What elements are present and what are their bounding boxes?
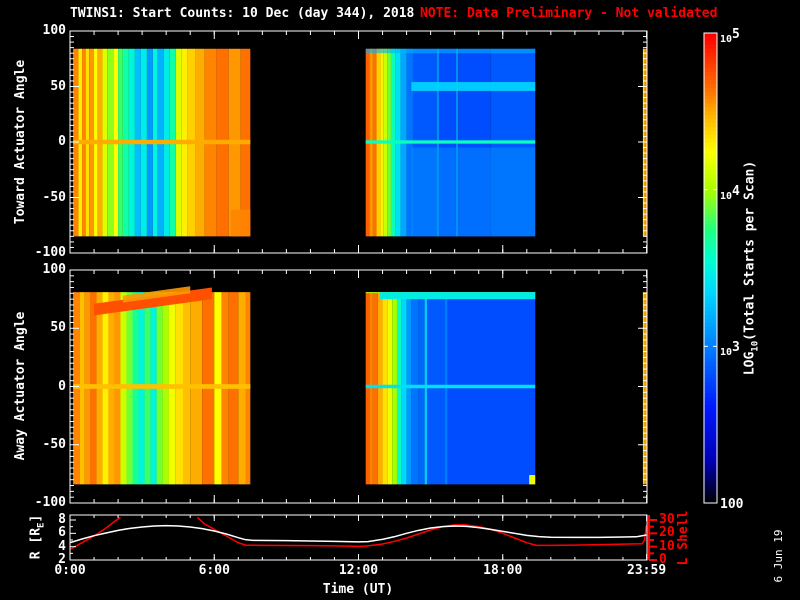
toward-y-axis-label: Toward Actuator Angle bbox=[13, 59, 28, 225]
heatmap-feature bbox=[529, 475, 536, 485]
away-heatmap bbox=[73, 286, 647, 485]
colorbar-tick-label: 104 bbox=[720, 183, 740, 202]
l-shell-line bbox=[70, 516, 121, 550]
heatmap-feature bbox=[73, 384, 251, 389]
heatmap-feature bbox=[411, 82, 536, 91]
datestamp: 6 Jun 19 bbox=[772, 529, 785, 583]
toward-y-tick-label: 50 bbox=[50, 78, 66, 94]
r-axis-label: R [RE] bbox=[28, 514, 47, 560]
heatmap-feature bbox=[380, 292, 536, 300]
away-y-tick-label: 0 bbox=[58, 378, 66, 394]
l-shell-tick-label: 0 bbox=[659, 552, 667, 567]
away-y-tick-label: 50 bbox=[50, 320, 66, 336]
toward-y-tick-label: 100 bbox=[42, 23, 66, 38]
toward-y-tick-label: 0 bbox=[58, 134, 66, 149]
toward-heatmap bbox=[73, 48, 647, 237]
heatmap-feature bbox=[365, 48, 536, 54]
heatmap-feature bbox=[73, 139, 251, 145]
r-tick-label: 2 bbox=[58, 552, 66, 567]
colorbar-tick-label: 100 bbox=[720, 497, 744, 512]
toward-y-tick-label: -100 bbox=[34, 245, 66, 260]
x-axis-label: Time (UT) bbox=[322, 582, 394, 597]
heatmap-stripe bbox=[644, 292, 647, 485]
heatmap-feature bbox=[365, 140, 536, 144]
x-tick-label: 18:00 bbox=[483, 563, 523, 578]
colorbar-label: LOG10(Total Starts per Scan) bbox=[742, 160, 761, 376]
colorbar-tick-label: 105 bbox=[720, 27, 740, 45]
x-tick-label: 6:00 bbox=[198, 563, 230, 578]
heatmap-feature bbox=[231, 209, 251, 237]
colorbar-gradient bbox=[704, 33, 717, 504]
toward-y-tick-label: -50 bbox=[42, 189, 66, 205]
away-y-tick-label: -100 bbox=[34, 495, 66, 510]
orbit-lines bbox=[70, 516, 647, 550]
heatmap-feature bbox=[365, 384, 536, 389]
figure: TWINS1: Start Counts: 10 Dec (day 344), … bbox=[0, 0, 800, 600]
heatmap-stripe bbox=[642, 292, 645, 485]
r-distance-line bbox=[70, 524, 647, 544]
heatmap-feature bbox=[411, 147, 536, 237]
l-shell-axis bbox=[648, 515, 657, 561]
away-y-axis-label: Away Actuator Angle bbox=[13, 311, 28, 461]
away-y-tick-label: -50 bbox=[42, 436, 66, 452]
l-shell-line bbox=[196, 516, 647, 548]
x-tick-label: 12:00 bbox=[338, 563, 379, 578]
l-shell-axis-label: L Shell bbox=[676, 510, 691, 566]
away-y-tick-label: 100 bbox=[42, 262, 66, 277]
colorbar-tick-label: 103 bbox=[720, 340, 740, 359]
